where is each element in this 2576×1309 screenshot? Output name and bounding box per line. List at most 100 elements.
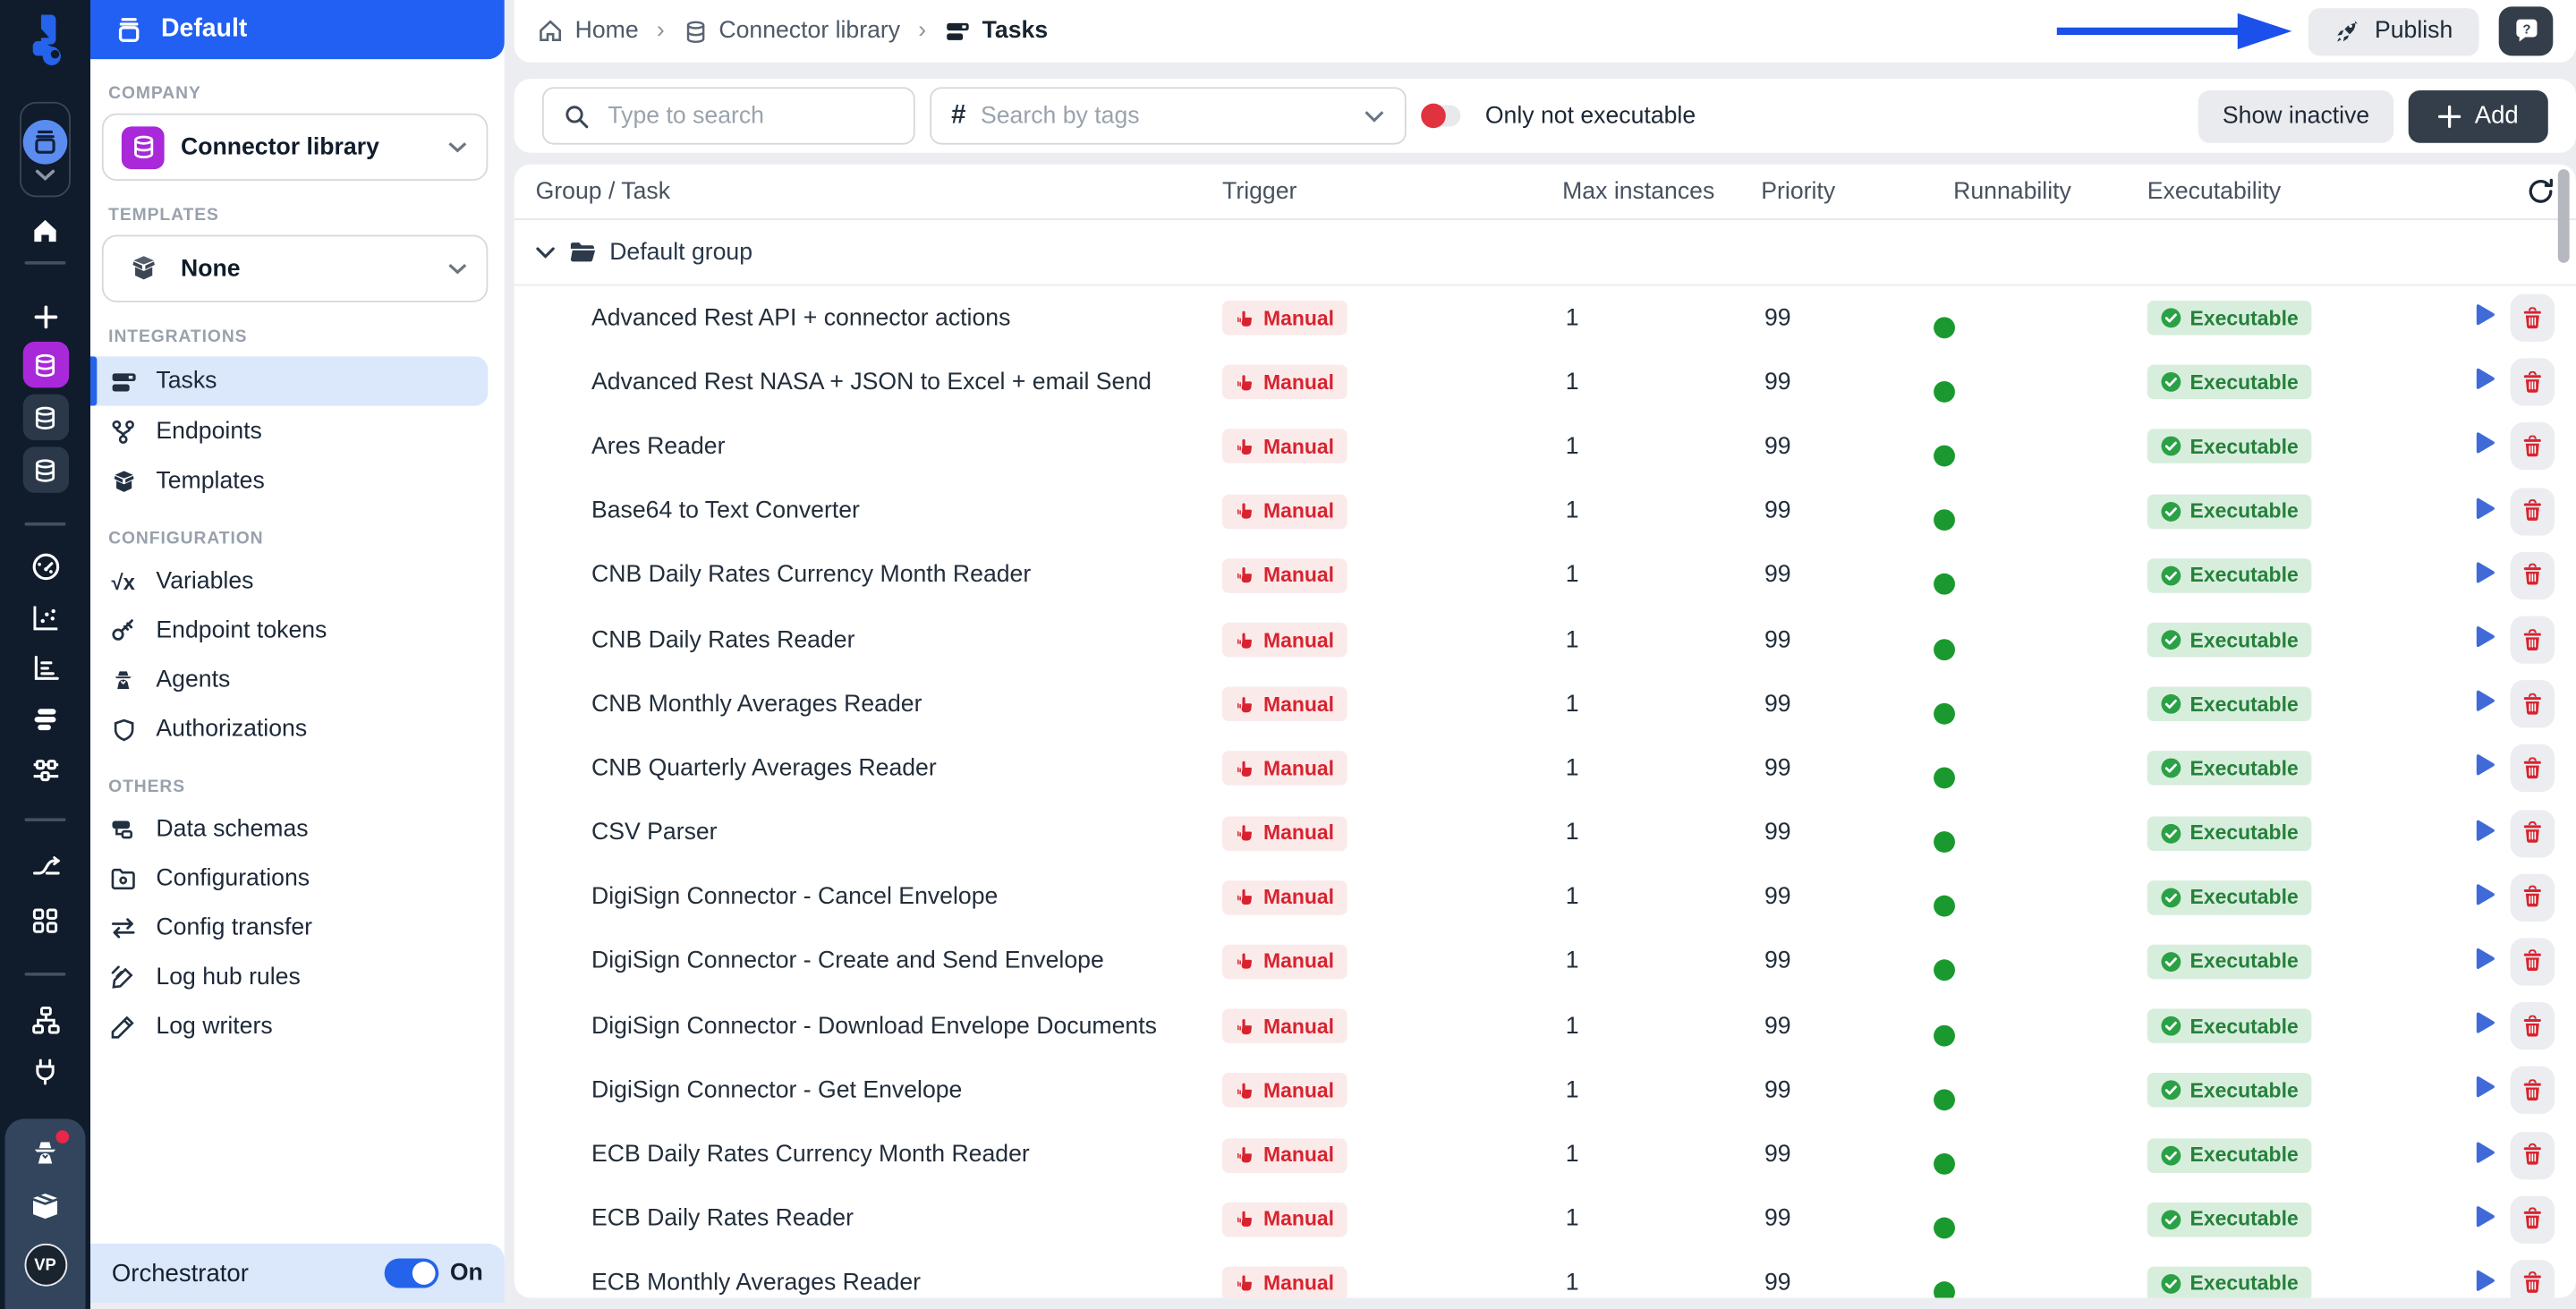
sidebar-item-agents[interactable]: Agents <box>90 657 488 702</box>
column-runnability[interactable]: Runnability <box>1953 178 2147 204</box>
table-row[interactable]: DigiSign Connector - Cancel Envelope Man… <box>514 865 2576 930</box>
search-input[interactable] <box>604 100 894 131</box>
scatter-chart-icon[interactable] <box>0 595 90 641</box>
sidebar-item-config-transfer[interactable]: Config transfer <box>90 905 488 951</box>
task-name[interactable]: CNB Daily Rates Reader <box>536 627 1222 653</box>
breadcrumb-home[interactable]: Home <box>575 18 639 44</box>
column-group-task[interactable]: Group / Task <box>536 178 1222 204</box>
delete-task-button[interactable] <box>2510 1131 2555 1179</box>
run-task-button[interactable] <box>2476 497 2495 525</box>
task-name[interactable]: DigiSign Connector - Create and Send Env… <box>536 948 1222 974</box>
sidebar-item-log-hub-rules[interactable]: Log hub rules <box>90 955 488 1000</box>
run-task-button[interactable] <box>2476 1270 2495 1297</box>
table-row[interactable]: Ares Reader Manual 1 99 Executable <box>514 414 2576 479</box>
delete-task-button[interactable] <box>2510 616 2555 664</box>
package-box-icon[interactable] <box>28 1189 63 1224</box>
sidebar-item-endpoint-tokens[interactable]: Endpoint tokens <box>90 608 488 653</box>
refresh-icon[interactable] <box>2527 177 2555 205</box>
user-avatar[interactable]: VP <box>23 1243 67 1287</box>
plug-icon[interactable] <box>0 1048 90 1093</box>
delete-task-button[interactable] <box>2510 809 2555 857</box>
task-name[interactable]: ECB Monthly Averages Reader <box>536 1271 1222 1296</box>
run-task-button[interactable] <box>2476 1141 2495 1169</box>
run-task-button[interactable] <box>2476 626 2495 654</box>
sidebar-item-templates[interactable]: Templates <box>90 458 488 504</box>
run-task-button[interactable] <box>2476 1076 2495 1104</box>
run-task-button[interactable] <box>2476 1205 2495 1233</box>
delete-task-button[interactable] <box>2510 422 2555 471</box>
run-task-button[interactable] <box>2476 690 2495 718</box>
split-flow-icon[interactable] <box>0 843 90 888</box>
column-trigger[interactable]: Trigger <box>1222 178 1562 204</box>
sidebar-item-log-writers[interactable]: Log writers <box>90 1004 488 1050</box>
task-name[interactable]: DigiSign Connector - Cancel Envelope <box>536 884 1222 910</box>
table-row[interactable]: DigiSign Connector - Download Envelope D… <box>514 994 2576 1058</box>
delete-task-button[interactable] <box>2510 873 2555 922</box>
add-icon[interactable] <box>0 294 90 340</box>
home-icon[interactable] <box>0 207 90 252</box>
group-row-default-group[interactable]: Default group <box>514 220 2576 286</box>
table-row[interactable]: Base64 to Text Converter Manual 1 99 Exe… <box>514 479 2576 543</box>
environment-switcher[interactable] <box>20 101 71 198</box>
run-task-button[interactable] <box>2476 883 2495 911</box>
table-row[interactable]: DigiSign Connector - Get Envelope Manual… <box>514 1058 2576 1123</box>
publish-button[interactable]: Publish <box>2308 7 2479 55</box>
table-row[interactable]: ECB Daily Rates Currency Month Reader Ma… <box>514 1123 2576 1187</box>
sidebar-item-variables[interactable]: √x Variables <box>90 558 488 604</box>
run-task-button[interactable] <box>2476 819 2495 846</box>
templates-select[interactable]: None <box>101 234 489 302</box>
table-row[interactable]: Advanced Rest NASA + JSON to Excel + ema… <box>514 350 2576 414</box>
task-name[interactable]: Ares Reader <box>536 434 1222 460</box>
add-button[interactable]: Add <box>2409 89 2548 142</box>
column-priority[interactable]: Priority <box>1761 178 1953 204</box>
sidebar-item-configurations[interactable]: Configurations <box>90 856 488 902</box>
show-inactive-button[interactable]: Show inactive <box>2198 89 2394 142</box>
sidebar-item-authorizations[interactable]: Authorizations <box>90 707 488 752</box>
delete-task-button[interactable] <box>2510 358 2555 407</box>
table-row[interactable]: CNB Daily Rates Currency Month Reader Ma… <box>514 543 2576 608</box>
task-name[interactable]: CNB Daily Rates Currency Month Reader <box>536 563 1222 589</box>
task-name[interactable]: ECB Daily Rates Currency Month Reader <box>536 1142 1222 1168</box>
run-task-button[interactable] <box>2476 369 2495 396</box>
task-name[interactable]: CNB Monthly Averages Reader <box>536 691 1222 717</box>
table-row[interactable]: DigiSign Connector - Create and Send Env… <box>514 930 2576 994</box>
delete-task-button[interactable] <box>2510 680 2555 728</box>
only-not-executable-toggle[interactable] <box>1421 103 1461 129</box>
delete-task-button[interactable] <box>2510 487 2555 535</box>
chevron-down-icon[interactable] <box>536 245 556 259</box>
process-list-icon[interactable] <box>0 697 90 743</box>
delete-task-button[interactable] <box>2510 1067 2555 1115</box>
delete-task-button[interactable] <box>2510 1195 2555 1244</box>
help-button[interactable]: ? <box>2498 6 2554 56</box>
company-select[interactable]: Connector library <box>101 113 489 181</box>
breadcrumb-connector-library[interactable]: Connector library <box>718 18 900 44</box>
task-name[interactable]: Base64 to Text Converter <box>536 498 1222 524</box>
vertical-scrollbar[interactable] <box>2557 169 2570 263</box>
frends-logo-icon[interactable] <box>15 8 78 73</box>
run-task-button[interactable] <box>2476 304 2495 332</box>
run-task-button[interactable] <box>2476 1012 2495 1040</box>
apps-grid-icon[interactable] <box>0 897 90 943</box>
task-name[interactable]: Advanced Rest NASA + JSON to Excel + ema… <box>536 370 1222 395</box>
table-row[interactable]: ECB Daily Rates Reader Manual 1 99 Execu… <box>514 1187 2576 1252</box>
run-task-button[interactable] <box>2476 754 2495 783</box>
table-row[interactable]: CNB Quarterly Averages Reader Manual 1 9… <box>514 736 2576 801</box>
task-name[interactable]: DigiSign Connector - Download Envelope D… <box>536 1013 1222 1039</box>
delete-task-button[interactable] <box>2510 551 2555 599</box>
sliders-icon[interactable] <box>0 747 90 793</box>
delete-task-button[interactable] <box>2510 293 2555 343</box>
tags-select[interactable]: # Search by tags <box>930 87 1407 145</box>
task-name[interactable]: CSV Parser <box>536 820 1222 846</box>
sitemap-icon[interactable] <box>0 998 90 1043</box>
table-row[interactable]: CSV Parser Manual 1 99 Executable <box>514 801 2576 865</box>
table-row[interactable]: CNB Daily Rates Reader Manual 1 99 Execu… <box>514 608 2576 672</box>
dashboard-gauge-icon[interactable] <box>0 544 90 590</box>
bar-chart-icon[interactable] <box>0 646 90 692</box>
delete-task-button[interactable] <box>2510 938 2555 986</box>
task-name[interactable]: CNB Quarterly Averages Reader <box>536 755 1222 781</box>
column-executability[interactable]: Executability <box>2147 178 2440 204</box>
run-task-button[interactable] <box>2476 433 2495 461</box>
delete-task-button[interactable] <box>2510 744 2555 793</box>
table-row[interactable]: Advanced Rest API + connector actions Ma… <box>514 285 2576 350</box>
table-row[interactable]: ECB Monthly Averages Reader Manual 1 99 … <box>514 1252 2576 1298</box>
